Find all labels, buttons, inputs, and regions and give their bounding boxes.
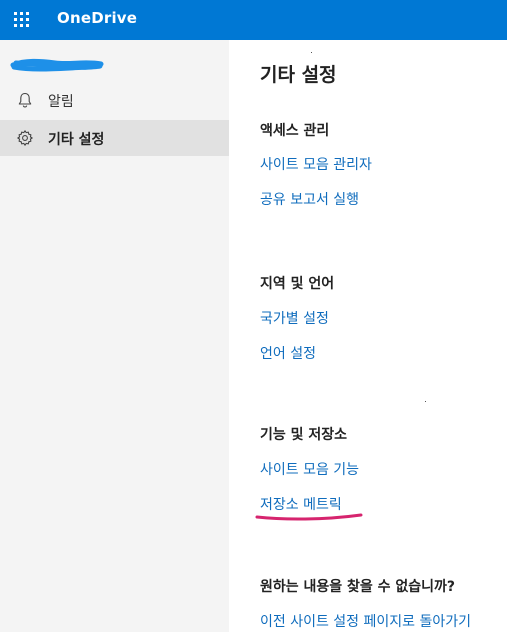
left-nav: 알림 기타 설정 [0,40,229,632]
nav-item-other-settings[interactable]: 기타 설정 [0,120,229,156]
section-heading-region-language: 지역 및 언어 [260,276,335,292]
link-site-collection-admins[interactable]: 사이트 모음 관리자 [260,154,372,174]
link-site-collection-features[interactable]: 사이트 모음 기능 [260,459,359,479]
top-bar: OneDrive [0,0,507,40]
main-content: 기타 설정 액세스 관리 사이트 모음 관리자 공유 보고서 실행 지역 및 언… [229,40,507,632]
speck [311,52,312,53]
link-go-to-classic-site-settings[interactable]: 이전 사이트 설정 페이지로 돌아가기 [260,611,471,631]
help-heading: 원하는 내용을 찾을 수 없습니까? [260,579,456,595]
nav-item-label: 알림 [48,94,74,110]
redacted-username-scribble [10,58,104,72]
page-title: 기타 설정 [260,64,337,86]
gear-icon [17,130,33,146]
annotation-underline [255,513,363,521]
nav-item-notifications[interactable]: 알림 [0,82,229,118]
link-regional-settings[interactable]: 국가별 설정 [260,308,329,328]
bell-icon [18,92,32,108]
link-language-settings[interactable]: 언어 설정 [260,343,316,363]
nav-item-label: 기타 설정 [48,132,105,148]
section-heading-features-storage: 기능 및 저장소 [260,427,348,443]
link-run-sharing-report[interactable]: 공유 보고서 실행 [260,189,359,209]
section-heading-access: 액세스 관리 [260,123,330,139]
app-title[interactable]: OneDrive [57,9,137,27]
speck [425,401,426,402]
app-launcher-icon[interactable] [14,12,32,30]
